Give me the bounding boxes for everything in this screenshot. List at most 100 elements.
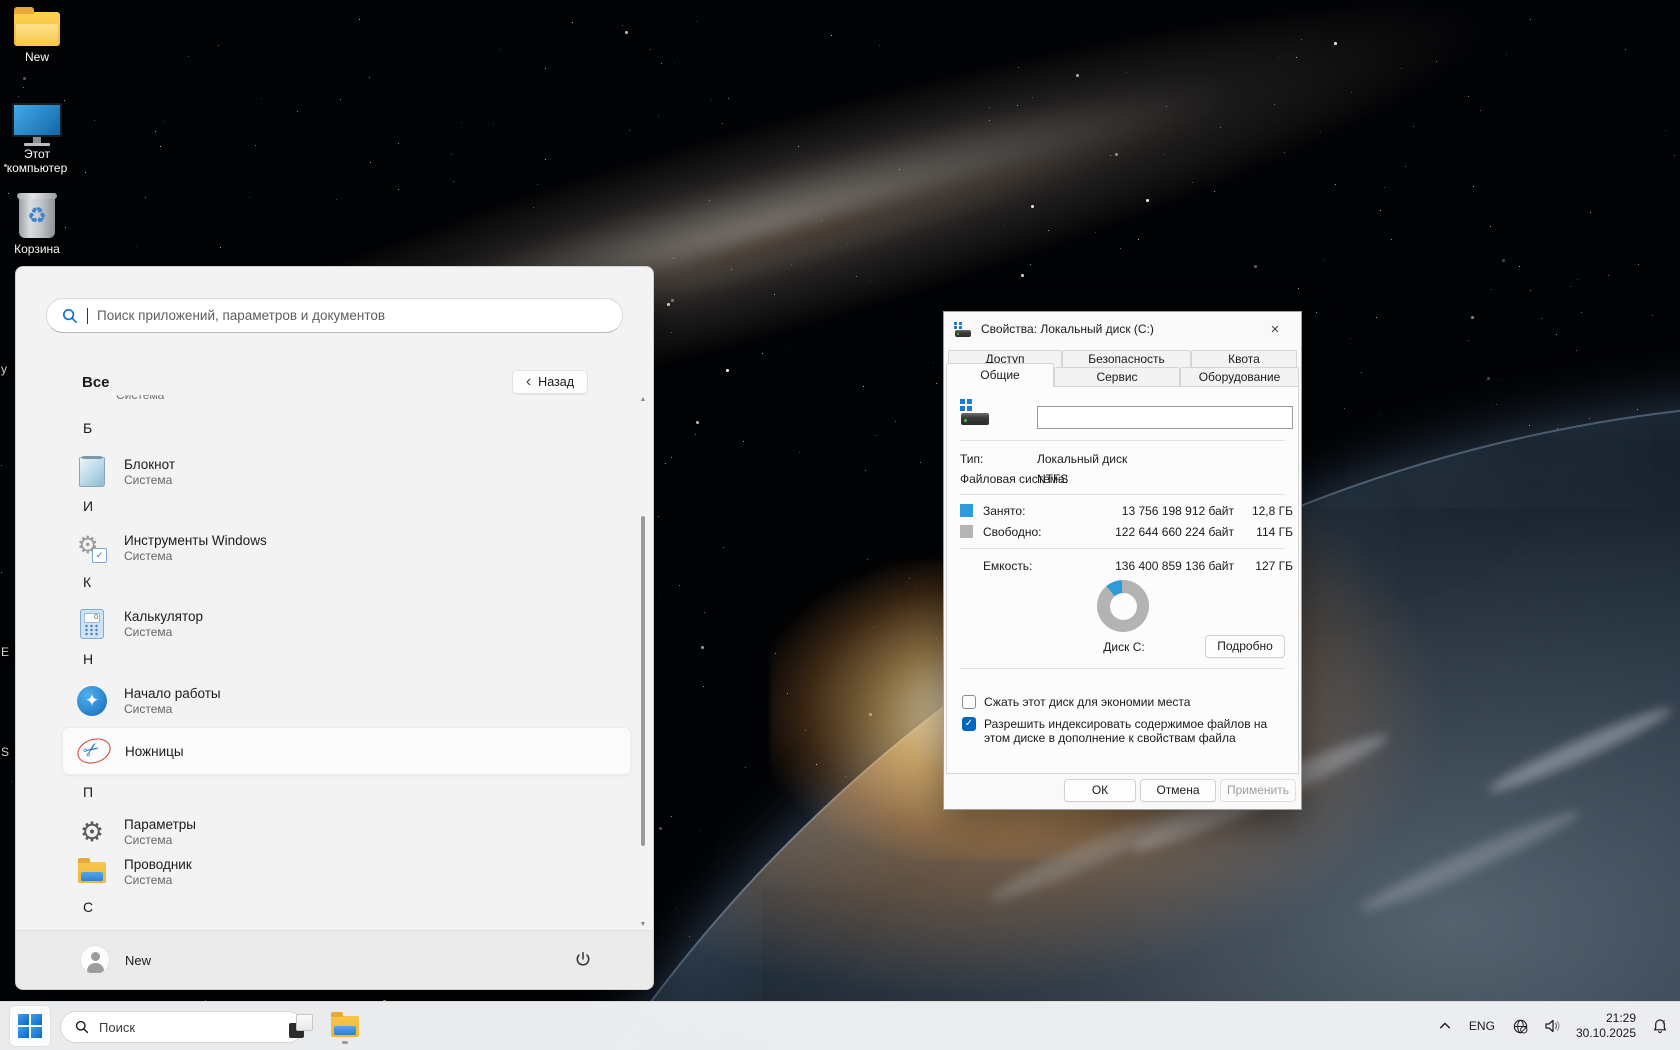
section-letter[interactable]: Б (83, 420, 92, 436)
free-bytes: 122 644 660 224 байт (1067, 525, 1234, 539)
tray-chevron-up[interactable] (1433, 1006, 1457, 1046)
tray-date: 30.10.2025 (1576, 1026, 1636, 1040)
file-explorer-icon (331, 1016, 359, 1037)
search-icon (62, 308, 78, 324)
separator (960, 668, 1285, 669)
free-label: Свободно: (983, 525, 1042, 539)
dialog-titlebar: Свойства: Локальный диск (C:) × (944, 312, 1301, 346)
volume-label-input[interactable] (1037, 406, 1293, 429)
app-subtitle: Система (124, 549, 267, 564)
app-item-snipping-tool[interactable]: ✂ Ножницы (62, 727, 631, 775)
scroll-down-icon[interactable]: ▼ (638, 921, 648, 928)
apply-button[interactable]: Применить (1220, 779, 1296, 802)
disk-label: Диск C: (1087, 640, 1161, 654)
close-icon[interactable]: × (1259, 317, 1291, 341)
type-label: Тип: (960, 452, 983, 466)
used-space-legend-swatch (960, 504, 973, 517)
this-pc-icon (12, 103, 62, 143)
desktop-icon-recycle-bin[interactable]: ♻ Корзина (0, 196, 74, 256)
desktop-icon-this-pc[interactable]: Этот компьютер (0, 103, 74, 175)
used-label: Занято: (983, 504, 1025, 518)
file-explorer-icon (76, 856, 108, 888)
ok-button[interactable]: ОК (1064, 779, 1136, 802)
taskbar-app-contrast[interactable] (281, 1006, 321, 1046)
scrollbar[interactable]: ▲ ▼ (638, 394, 648, 930)
language-indicator[interactable]: ENG (1461, 1006, 1503, 1046)
windows-tools-icon: ⚙✓ (76, 532, 108, 564)
taskbar-search-label: Поиск (99, 1020, 135, 1035)
separator (960, 494, 1285, 495)
power-icon (574, 951, 592, 969)
tab-tools[interactable]: Сервис (1054, 367, 1180, 386)
back-button-label: Назад (538, 375, 574, 389)
network-button[interactable] (1507, 1006, 1534, 1046)
used-bytes: 13 756 198 912 байт (1067, 504, 1234, 518)
app-name: Ножницы (125, 743, 184, 760)
details-button[interactable]: Подробно (1205, 635, 1285, 658)
tab-quota[interactable]: Квота (1191, 350, 1297, 367)
free-size: 114 ГБ (1237, 525, 1293, 539)
app-item-calculator[interactable]: 0 Калькулятор Система (62, 601, 631, 647)
notepad-icon (76, 456, 108, 488)
tab-hardware[interactable]: Оборудование (1180, 367, 1299, 386)
start-menu: Поиск приложений, параметров и документо… (15, 266, 654, 990)
app-item-notepad[interactable]: Блокнот Система (62, 449, 631, 495)
section-letter[interactable]: К (83, 574, 91, 590)
index-contents-checkbox[interactable]: ✓ (962, 717, 976, 731)
cancel-button[interactable]: Отмена (1140, 779, 1216, 802)
separator (960, 548, 1285, 549)
general-tab-page: Тип: Локальный диск Файловая система: NT… (946, 386, 1299, 774)
tab-general[interactable]: Общие (946, 363, 1054, 387)
notifications-button[interactable]: z (1646, 1006, 1674, 1046)
chevron-up-icon (1438, 1019, 1452, 1033)
capacity-bytes: 136 400 859 136 байт (1067, 559, 1234, 573)
windows-logo-icon (18, 1014, 42, 1038)
partial-desktop-label: E (1, 645, 9, 659)
clipped-list-item-subtitle: Система (116, 394, 164, 402)
partial-desktop-label: y (1, 362, 7, 376)
tab-security[interactable]: Безопасность (1062, 350, 1191, 367)
clock[interactable]: 21:29 30.10.2025 (1570, 1006, 1642, 1046)
compress-disk-label: Сжать этот диск для экономии места (984, 695, 1284, 709)
start-button[interactable] (10, 1006, 50, 1046)
app-subtitle: Система (124, 702, 221, 717)
snipping-tool-icon: ✂ (77, 735, 109, 767)
section-letter[interactable]: Н (83, 651, 93, 667)
globe-no-internet-icon (1512, 1018, 1529, 1035)
section-letter[interactable]: И (83, 498, 93, 514)
recycle-bin-icon: ♻ (19, 196, 55, 238)
speaker-icon (1543, 1017, 1561, 1035)
get-started-icon: ✦ (76, 685, 108, 717)
app-name: Инструменты Windows (124, 532, 267, 549)
desktop-icon-label: Этот (24, 147, 50, 161)
capacity-size: 127 ГБ (1237, 559, 1293, 573)
separator (960, 440, 1285, 441)
user-name: New (125, 953, 151, 968)
drive-icon (954, 322, 972, 337)
user-profile-button[interactable]: New (81, 946, 151, 974)
dialog-title: Свойства: Локальный диск (C:) (981, 322, 1250, 336)
start-search-input[interactable]: Поиск приложений, параметров и документо… (46, 298, 623, 333)
app-item-windows-tools[interactable]: ⚙✓ Инструменты Windows Система (62, 525, 631, 571)
app-name: Начало работы (124, 685, 221, 702)
app-name: Параметры (124, 816, 196, 833)
desktop-icon-new-folder[interactable]: New (0, 12, 74, 64)
scrollbar-thumb[interactable] (641, 516, 645, 846)
app-item-get-started[interactable]: ✦ Начало работы Система (62, 678, 631, 724)
drive-icon-large (960, 399, 990, 425)
back-button[interactable]: ‹ Назад (512, 370, 588, 394)
volume-button[interactable] (1538, 1006, 1566, 1046)
power-button[interactable] (565, 942, 601, 978)
taskbar-search[interactable]: Поиск (60, 1011, 304, 1043)
compress-disk-checkbox[interactable] (962, 695, 976, 709)
section-letter[interactable]: П (83, 784, 93, 800)
desktop-icon-label: компьютер (7, 161, 68, 175)
overlapping-squares-icon (289, 1014, 313, 1038)
app-item-file-explorer[interactable]: Проводник Система (62, 849, 631, 895)
section-letter[interactable]: С (83, 899, 93, 915)
folder-icon (14, 12, 60, 46)
text-caret (87, 308, 88, 324)
taskbar-app-file-explorer[interactable] (325, 1006, 365, 1046)
scroll-up-icon[interactable]: ▲ (638, 396, 648, 403)
free-space-legend-swatch (960, 525, 973, 538)
